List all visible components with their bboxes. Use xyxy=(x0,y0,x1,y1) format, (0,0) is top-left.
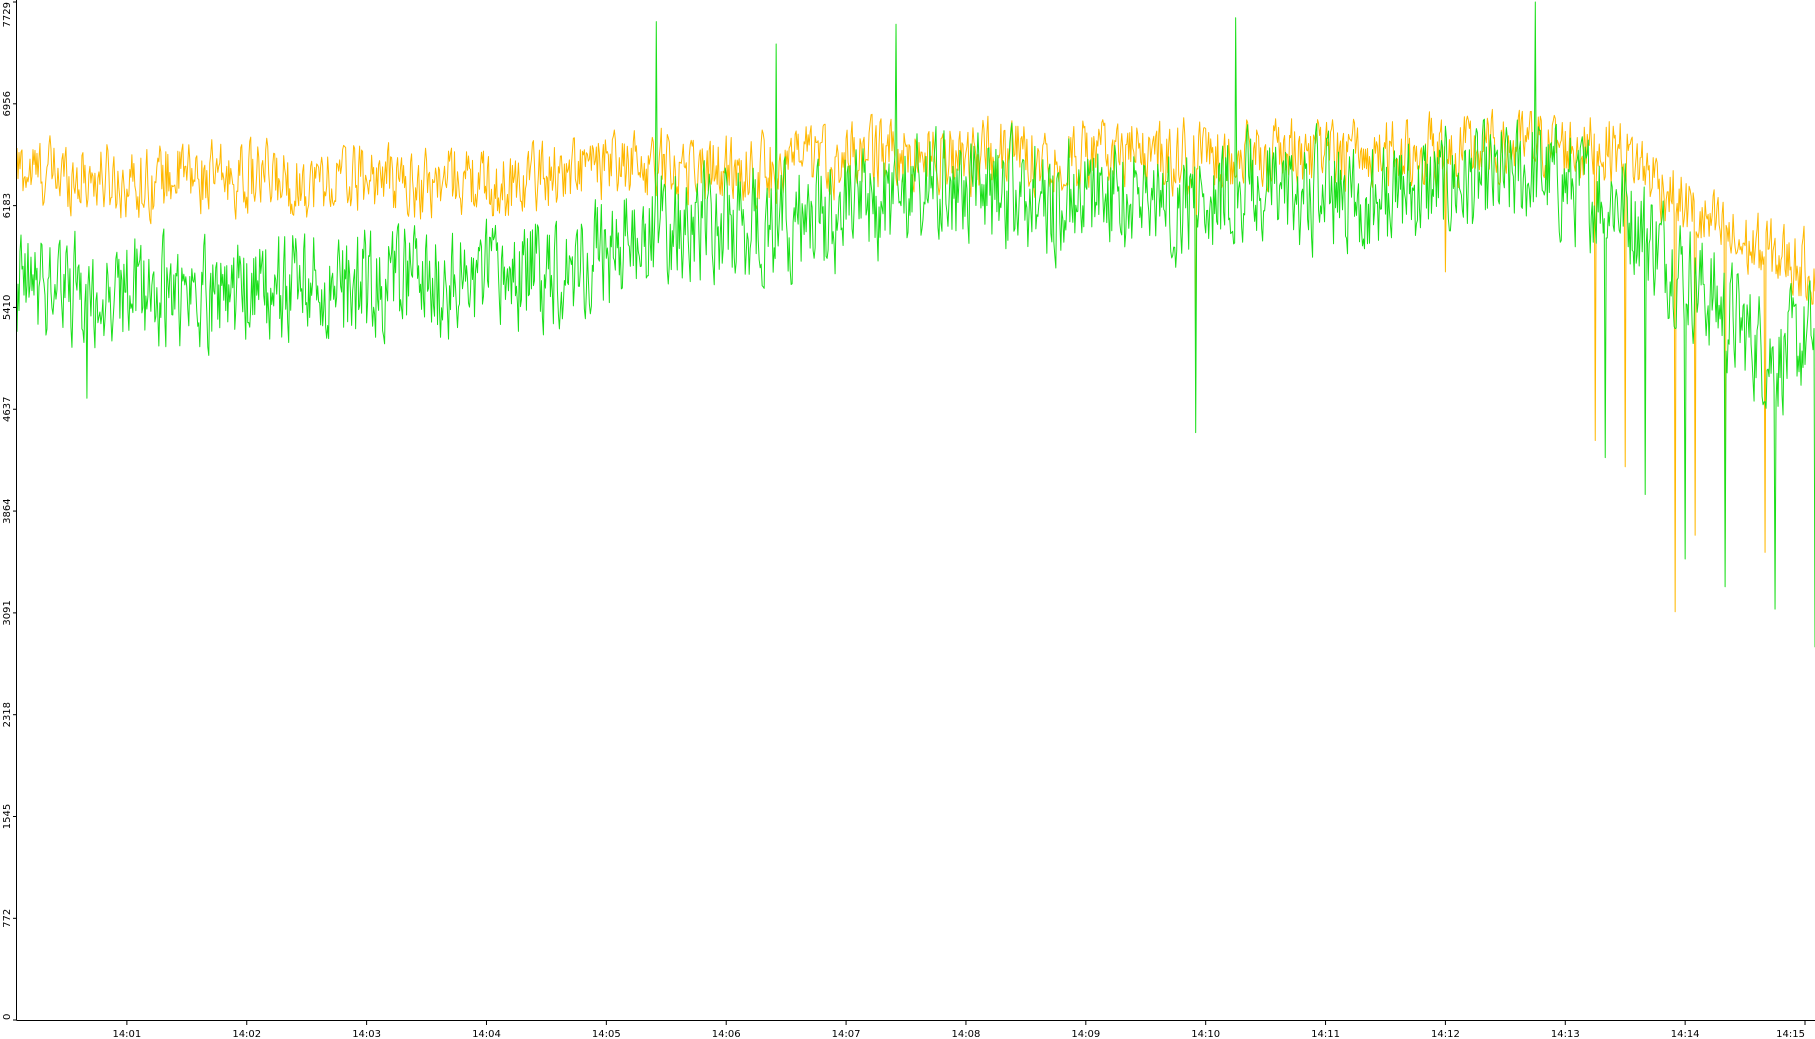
y-tick-label: 5410 xyxy=(2,295,13,320)
y-tick-label: 3091 xyxy=(2,600,13,625)
chart-area: 0 772 1545 2318 3091 3864 4637 5410 6183 6956 7729… xyxy=(0,0,1815,1039)
x-tick-label: 14:11 xyxy=(1311,1029,1340,1039)
y-tick-label: 7729 xyxy=(2,2,13,27)
x-tick-label: 14:06 xyxy=(712,1029,741,1039)
x-tick-label: 14:07 xyxy=(832,1029,861,1039)
line-chart: 0 772 1545 2318 3091 3864 4637 5410 6183 6956 7729… xyxy=(2,0,1815,1039)
y-tick-label: 1545 xyxy=(2,804,13,829)
x-tick-label: 14:01 xyxy=(112,1029,141,1039)
x-tick-label: 14:09 xyxy=(1071,1029,1100,1039)
x-tick-label: 14:05 xyxy=(592,1029,621,1039)
x-tick-label: 14:08 xyxy=(952,1029,981,1039)
x-tick-label: 14:13 xyxy=(1551,1029,1580,1039)
x-tick-label: 14:15 xyxy=(1776,1029,1805,1039)
y-tick-label: 0 xyxy=(2,1014,13,1020)
x-tick-label: 14:03 xyxy=(352,1029,381,1039)
y-tick-label: 772 xyxy=(2,909,13,928)
y-tick-label: 2318 xyxy=(2,702,13,727)
x-tick-label: 14:12 xyxy=(1431,1029,1460,1039)
y-tick-label: 6956 xyxy=(2,91,13,116)
x-tick-label: 14:14 xyxy=(1671,1029,1700,1039)
x-tick-label: 14:04 xyxy=(472,1029,501,1039)
series-line-2 xyxy=(16,1,1815,648)
y-tick-label: 4637 xyxy=(2,397,13,422)
y-tick-label: 6183 xyxy=(2,193,13,218)
x-tick-label: 14:02 xyxy=(232,1029,261,1039)
x-tick-label: 14:10 xyxy=(1191,1029,1220,1039)
series-layer xyxy=(16,1,1815,648)
y-tick-label: 3864 xyxy=(2,498,13,523)
